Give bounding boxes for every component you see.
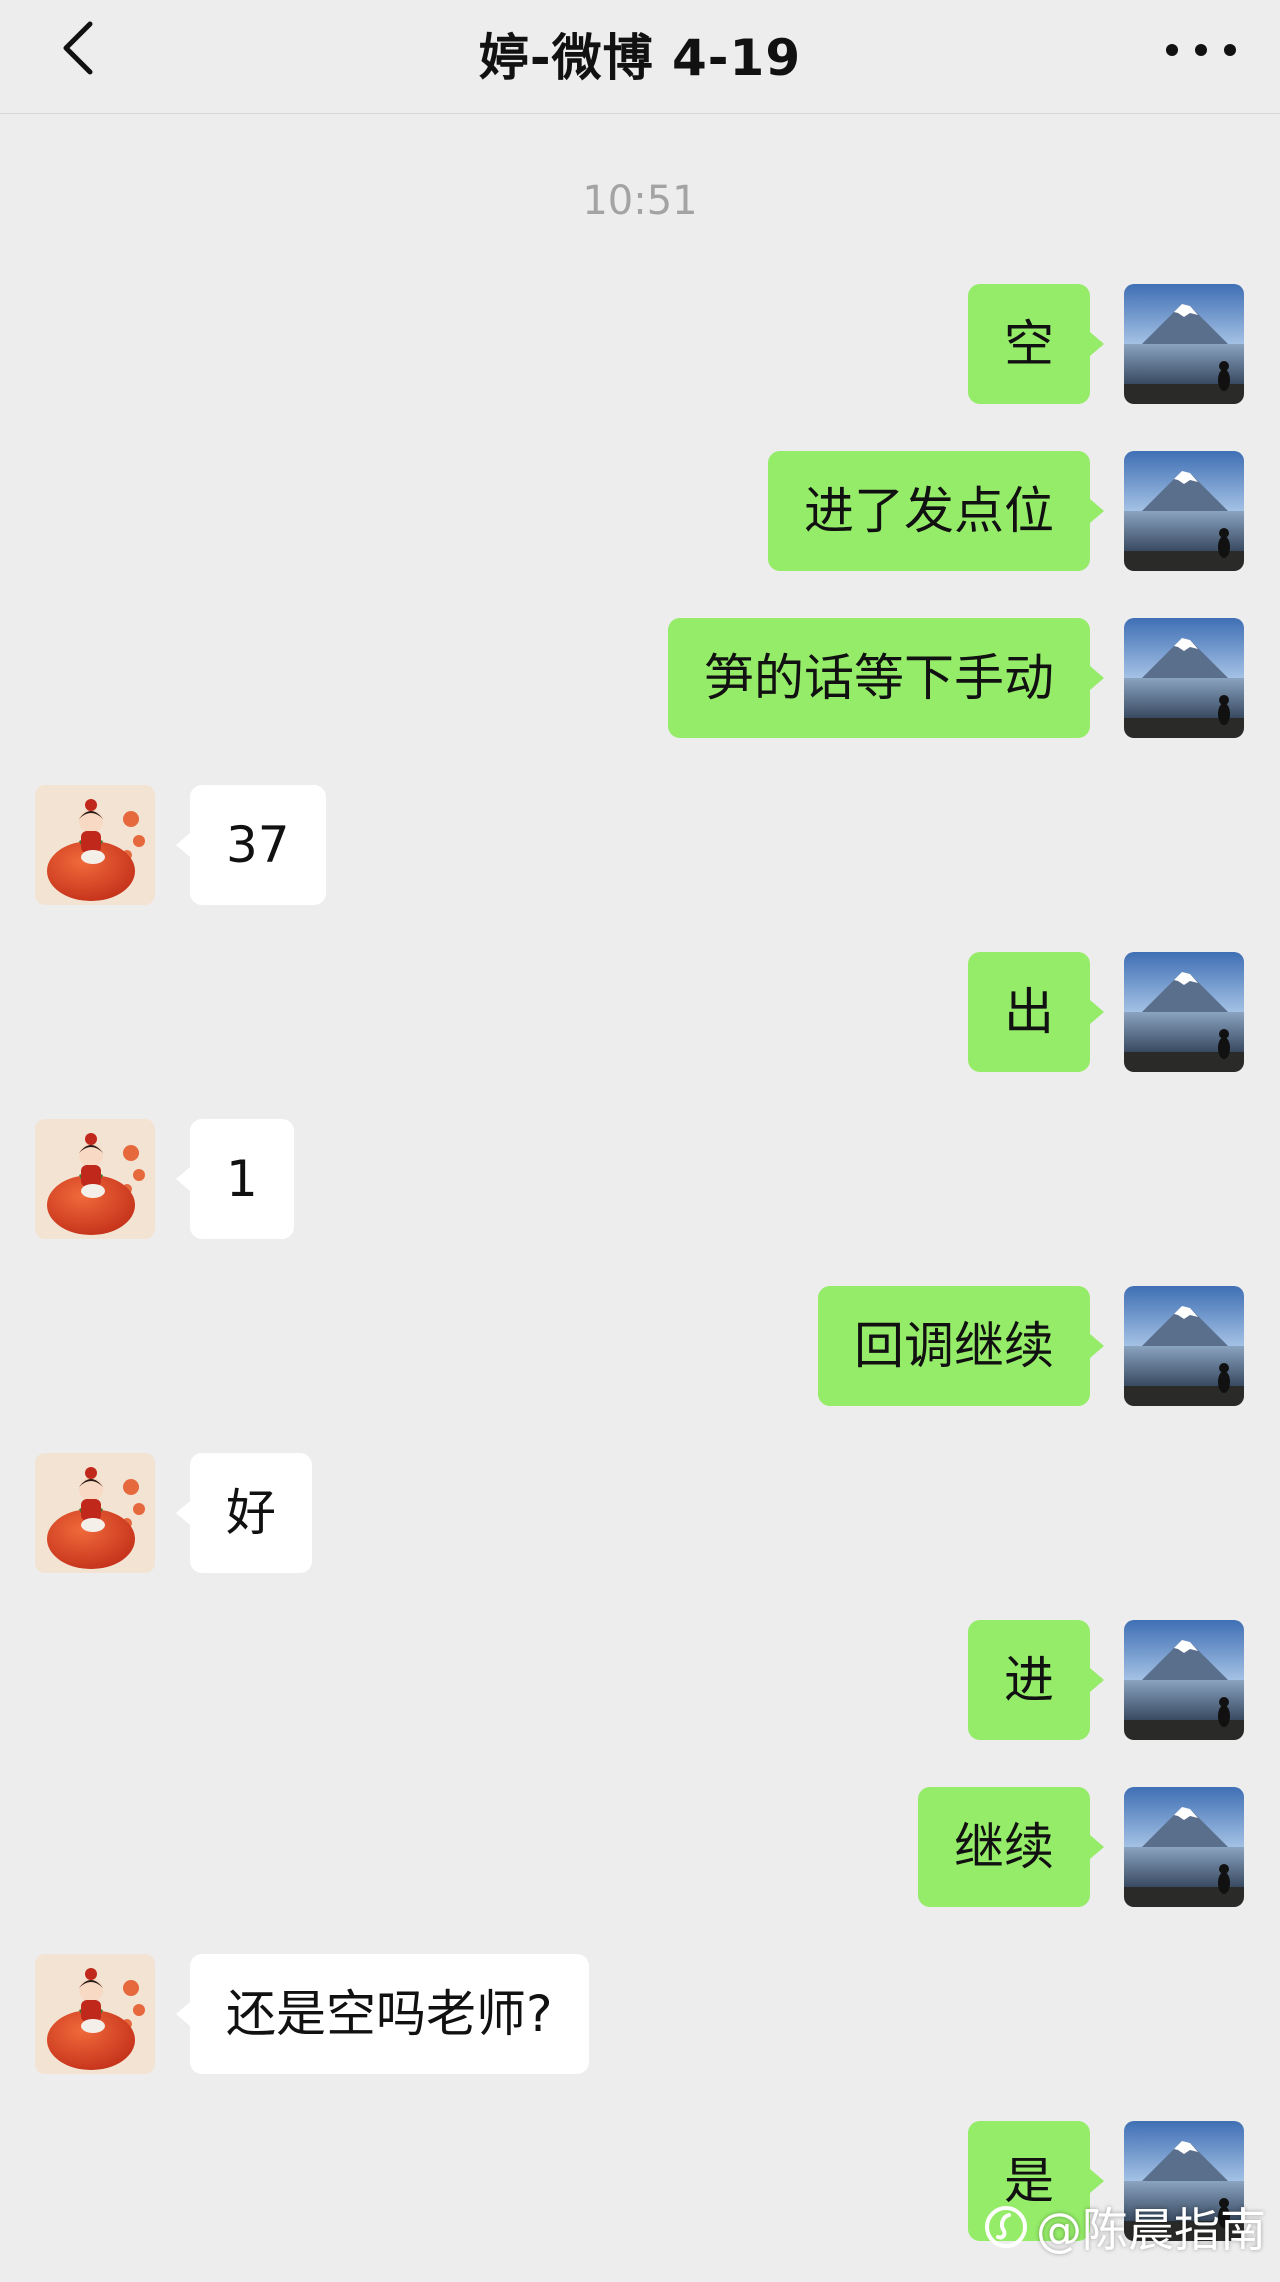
weibo-logo-icon: [985, 2206, 1027, 2248]
received-message: 37: [0, 785, 1280, 905]
message-timestamp: 10:51: [582, 178, 698, 224]
chat-header: 婷-微博 4-19: [0, 0, 1280, 114]
sent-message: 出: [0, 952, 1280, 1072]
received-message: 还是空吗老师?: [0, 1954, 1280, 2074]
message-bubble[interactable]: 空: [968, 284, 1104, 404]
message-bubble[interactable]: 进: [968, 1620, 1104, 1740]
my-avatar[interactable]: [1124, 952, 1244, 1072]
message-bubble[interactable]: 回调继续: [818, 1286, 1104, 1406]
more-options-button[interactable]: [1166, 22, 1236, 78]
message-bubble[interactable]: 笋的话等下手动: [668, 618, 1104, 738]
my-avatar[interactable]: [1124, 618, 1244, 738]
contact-avatar[interactable]: [35, 1453, 155, 1573]
sent-message: 笋的话等下手动: [0, 618, 1280, 738]
received-message: 1: [0, 1119, 1280, 1239]
my-avatar[interactable]: [1124, 1620, 1244, 1740]
my-avatar[interactable]: [1124, 1787, 1244, 1907]
message-bubble[interactable]: 出: [968, 952, 1104, 1072]
my-avatar[interactable]: [1124, 451, 1244, 571]
message-bubble[interactable]: 好: [176, 1453, 312, 1573]
sent-message: 继续: [0, 1787, 1280, 1907]
watermark-text: @陈晨指南: [1036, 2203, 1266, 2257]
more-dots-icon: [1166, 44, 1178, 56]
message-bubble[interactable]: 1: [176, 1119, 294, 1239]
contact-avatar[interactable]: [35, 785, 155, 905]
sent-message: 空: [0, 284, 1280, 404]
sent-message: 进了发点位: [0, 451, 1280, 571]
message-bubble[interactable]: 还是空吗老师?: [176, 1954, 589, 2074]
sent-message: 回调继续: [0, 1286, 1280, 1406]
chat-title: 婷-微博 4-19: [478, 29, 802, 87]
message-bubble[interactable]: 进了发点位: [768, 451, 1104, 571]
sent-message: 进: [0, 1620, 1280, 1740]
message-bubble[interactable]: 37: [176, 785, 326, 905]
received-message: 好: [0, 1453, 1280, 1573]
contact-avatar[interactable]: [35, 1119, 155, 1239]
watermark: @陈晨指南: [982, 2194, 1266, 2260]
message-bubble[interactable]: 继续: [918, 1787, 1104, 1907]
my-avatar[interactable]: [1124, 1286, 1244, 1406]
contact-avatar[interactable]: [35, 1954, 155, 2074]
my-avatar[interactable]: [1124, 284, 1244, 404]
